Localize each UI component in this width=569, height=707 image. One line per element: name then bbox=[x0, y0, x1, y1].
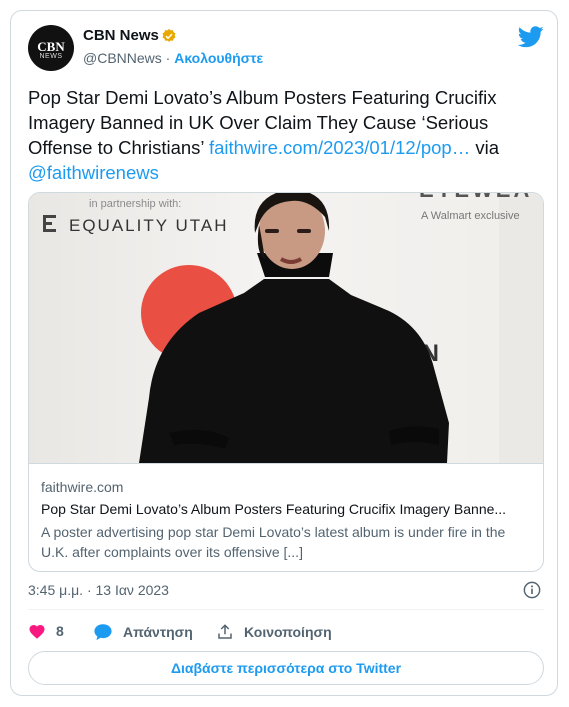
link-preview-card[interactable]: in partnership with: EQUALITY UTAH EYEWE… bbox=[28, 192, 544, 572]
avatar[interactable]: CBN NEWS bbox=[28, 25, 74, 71]
divider bbox=[28, 609, 544, 610]
link-card-description: A poster advertising pop star Demi Lovat… bbox=[41, 524, 506, 560]
separator: · bbox=[165, 50, 171, 66]
via-text: via bbox=[470, 137, 499, 158]
article-photo: in partnership with: EQUALITY UTAH EYEWE… bbox=[29, 193, 543, 463]
mention-link[interactable]: @faithwirenews bbox=[28, 162, 159, 183]
account-handle[interactable]: @CBNNews bbox=[83, 50, 162, 66]
backdrop-partnership-text: in partnership with: bbox=[89, 198, 181, 210]
avatar-logo-subtext: NEWS bbox=[39, 53, 63, 60]
link-card-domain: faithwire.com bbox=[41, 479, 124, 495]
reply-button[interactable]: Απάντηση bbox=[93, 623, 193, 641]
share-icon bbox=[218, 624, 232, 639]
tweet-text: Pop Star Demi Lovato’s Album Posters Fea… bbox=[28, 85, 543, 185]
photo-illustration: in partnership with: EQUALITY UTAH EYEWE… bbox=[43, 193, 543, 463]
follow-link[interactable]: Ακολουθήστε bbox=[174, 50, 263, 66]
backdrop-walmart-text: A Walmart exclusive bbox=[421, 210, 520, 222]
backdrop-brand-text: EQUALITY UTAH bbox=[69, 216, 229, 235]
tweet-timestamp[interactable]: 3:45 μ.μ. · 13 Ιαν 2023 bbox=[28, 582, 169, 598]
reply-label: Απάντηση bbox=[123, 624, 193, 640]
verified-badge-icon bbox=[162, 29, 176, 42]
info-icon[interactable] bbox=[523, 581, 541, 599]
article-link[interactable]: faithwire.com/2023/01/12/pop… bbox=[209, 137, 470, 158]
twitter-bird-icon[interactable] bbox=[518, 26, 544, 48]
like-count: 8 bbox=[56, 623, 64, 639]
equality-utah-logo-icon bbox=[43, 215, 56, 232]
link-card-title: Pop Star Demi Lovato’s Album Posters Fea… bbox=[41, 501, 507, 517]
heart-icon bbox=[29, 624, 45, 639]
link-card-info: faithwire.com Pop Star Demi Lovato’s Alb… bbox=[29, 463, 543, 571]
like-button[interactable]: 8 bbox=[28, 623, 64, 639]
read-more-button[interactable]: Διαβάστε περισσότερα στο Twitter bbox=[28, 651, 544, 685]
backdrop-top-text: EYEWEA bbox=[419, 193, 532, 202]
tweet-embed-card: CBN NEWS CBN News @CBNNews · Ακολουθήστε… bbox=[10, 10, 558, 696]
account-name[interactable]: CBN News bbox=[83, 27, 159, 44]
reply-bubble-icon bbox=[94, 624, 112, 641]
share-label: Κοινοποίηση bbox=[244, 624, 332, 640]
share-button[interactable]: Κοινοποίηση bbox=[216, 623, 332, 641]
handle-row: @CBNNews · Ακολουθήστε bbox=[83, 50, 263, 66]
